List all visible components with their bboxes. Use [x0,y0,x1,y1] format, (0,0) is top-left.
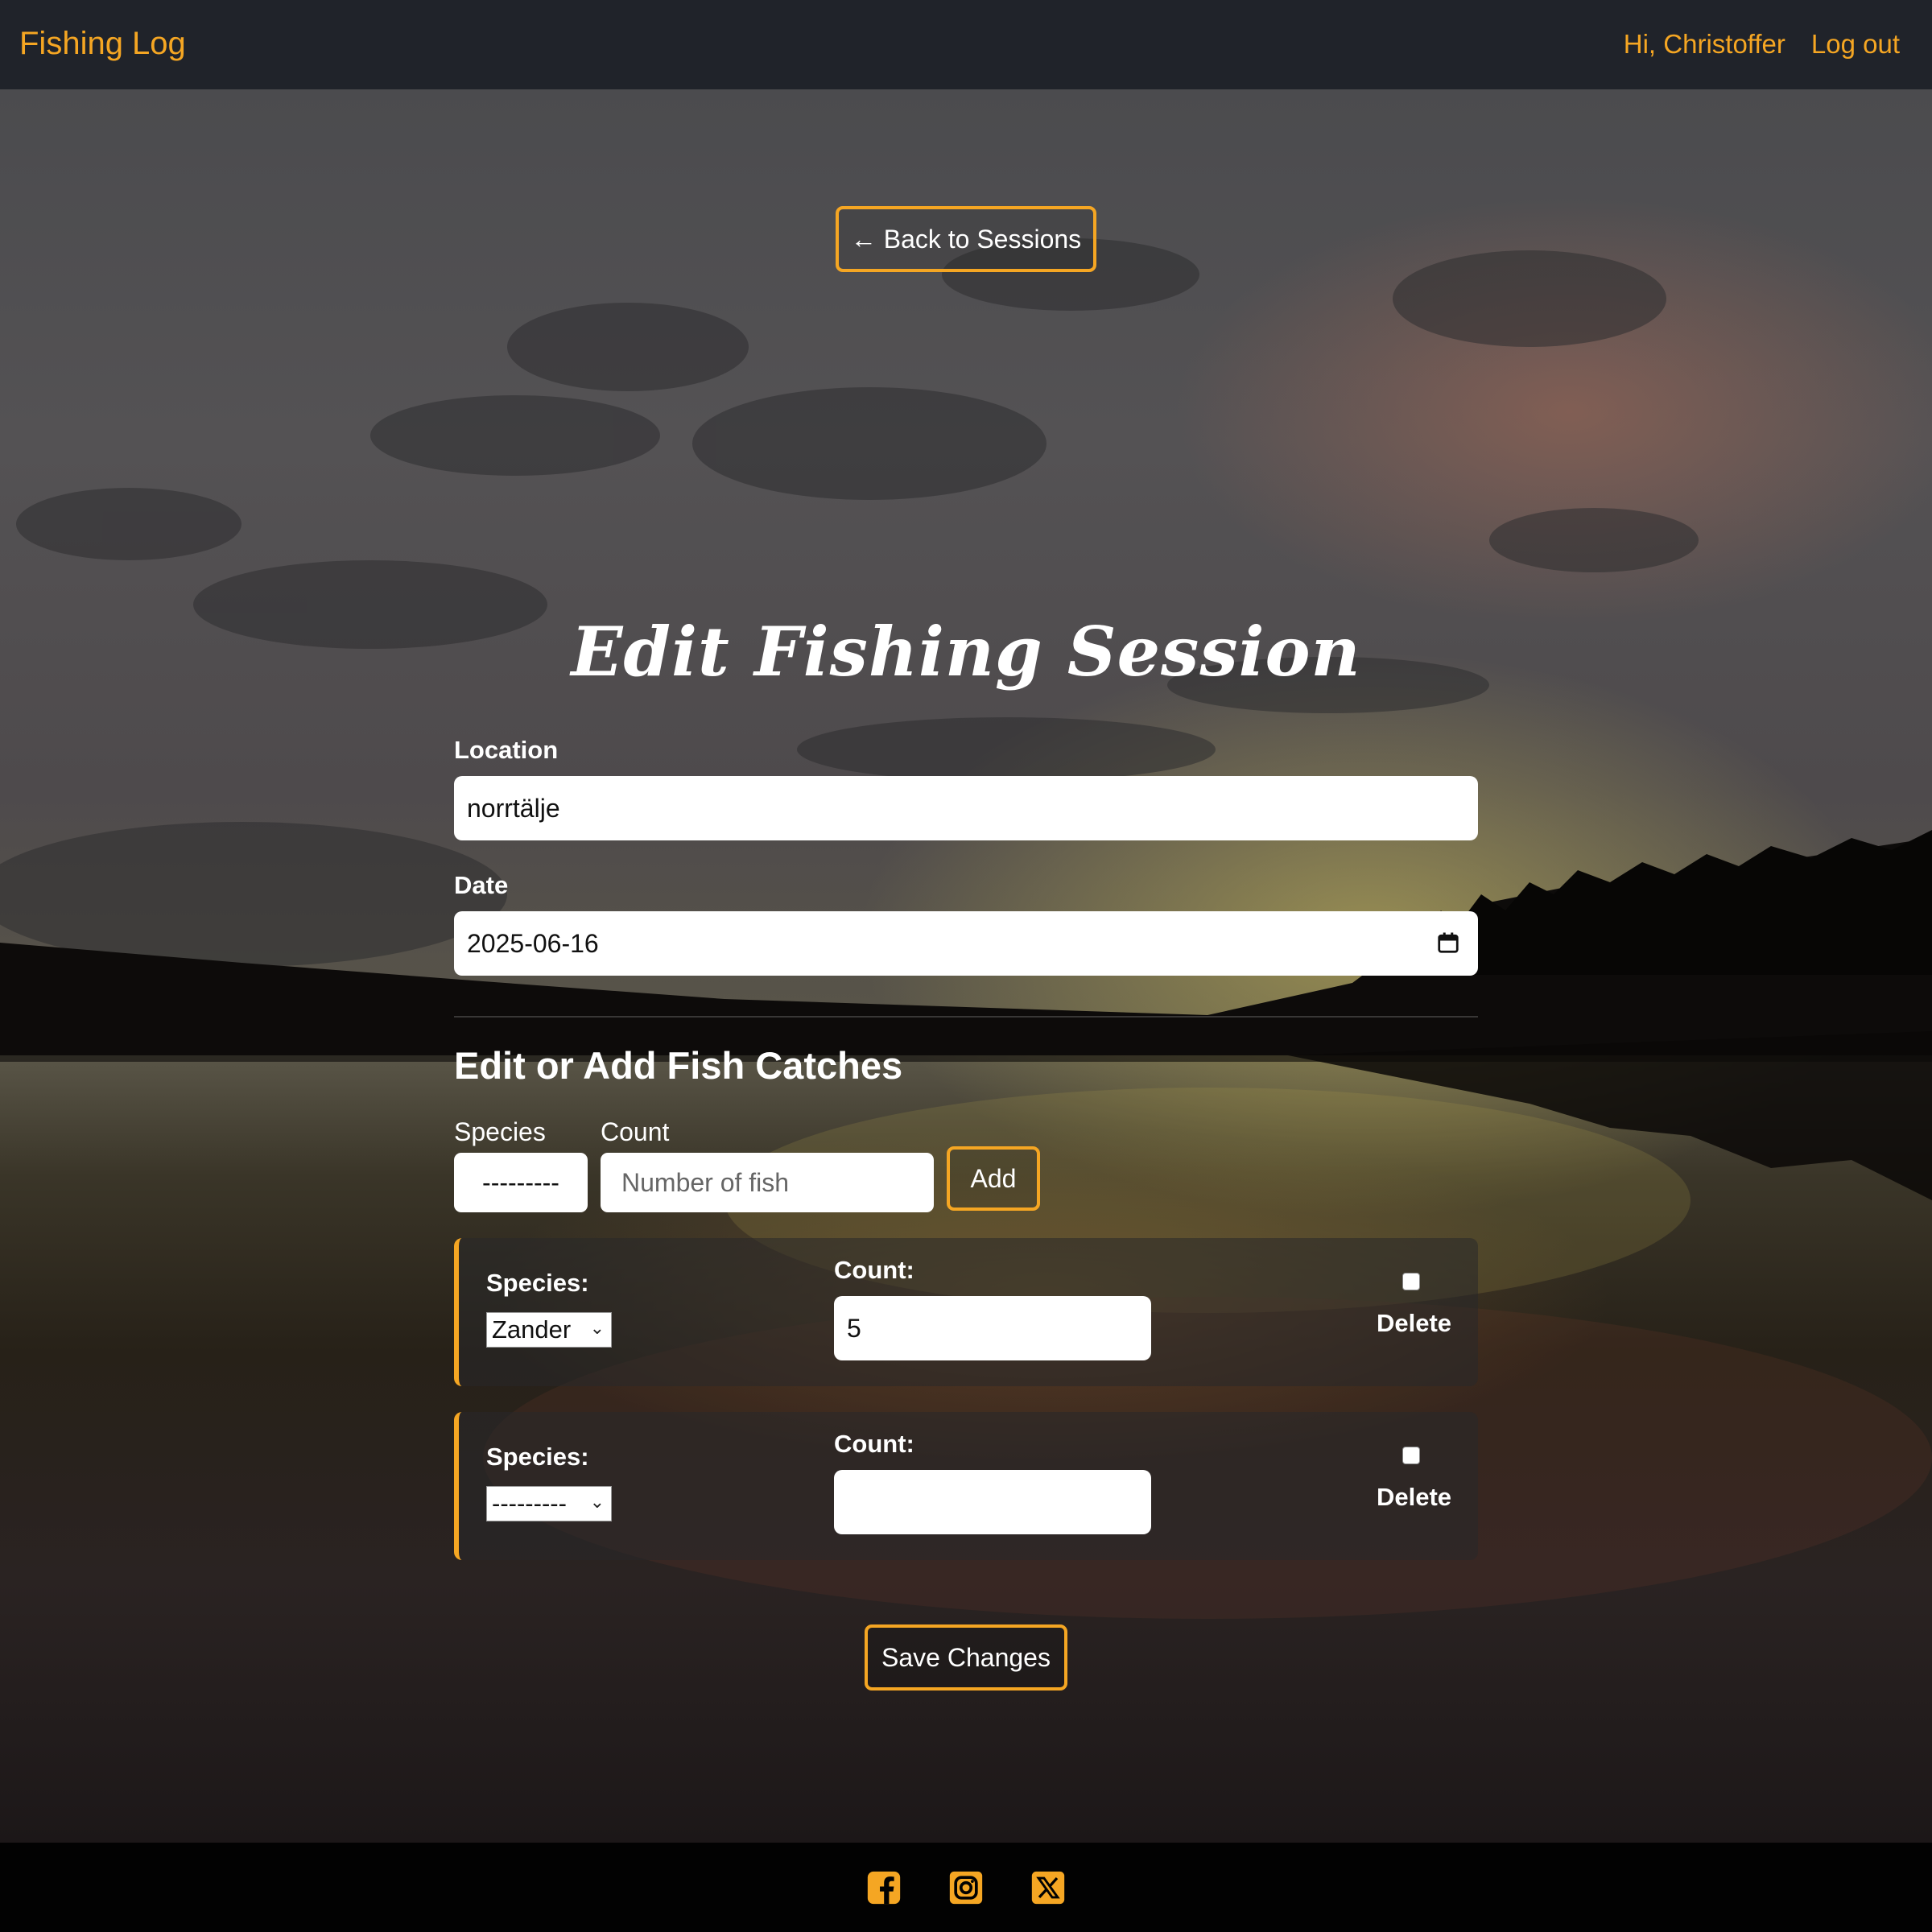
new-count-input[interactable]: Number of fish [601,1153,934,1212]
delete-checkbox[interactable] [1402,1447,1420,1464]
new-species-label: Species [454,1117,546,1146]
chevron-down-icon: ⌄ [589,1318,605,1338]
footer [0,1843,1932,1932]
catch-count-input[interactable]: 5 [834,1296,1151,1360]
location-input-value: norrtälje [467,793,560,823]
nav-user-links: Hi, Christoffer Log out [1624,29,1900,60]
location-label: Location [454,736,559,764]
date-input-value: 2025-06-16 [467,928,599,958]
back-to-sessions-button[interactable]: ← Back to Sessions [836,206,1096,272]
catch-species-select[interactable]: Zander ⌄ [486,1312,612,1348]
new-species-select[interactable]: --------- [454,1153,588,1212]
delete-checkbox[interactable] [1402,1273,1420,1290]
catch-card: Species: Zander ⌄ Count: 5 Delete [454,1238,1478,1386]
page-title: Edit Fishing Session [571,612,1361,691]
catch-count-input[interactable] [834,1470,1151,1534]
calendar-icon[interactable] [1436,931,1460,955]
location-input[interactable]: norrtälje [454,776,1478,840]
catch-count-value: 5 [847,1313,861,1343]
catch-species-value: Zander [492,1315,572,1344]
catch-species-value: --------- [492,1489,567,1517]
top-navbar: Fishing Log Hi, Christoffer Log out [0,0,1932,89]
new-species-select-value: --------- [482,1167,559,1197]
add-catch-button[interactable]: Add [947,1146,1040,1211]
logout-link[interactable]: Log out [1811,29,1900,60]
catch-count-label: Count: [834,1256,914,1284]
x-twitter-icon[interactable] [1030,1870,1066,1905]
catch-species-label: Species: [486,1443,589,1471]
catch-card: Species: --------- ⌄ Count: Delete [454,1412,1478,1560]
chevron-down-icon: ⌄ [589,1492,605,1512]
user-greeting-link[interactable]: Hi, Christoffer [1624,29,1785,60]
catches-section-title: Edit or Add Fish Catches [454,1044,903,1087]
delete-label: Delete [1377,1309,1452,1337]
save-changes-button[interactable]: Save Changes [865,1624,1067,1690]
catch-species-label: Species: [486,1269,589,1297]
date-input[interactable]: 2025-06-16 [454,911,1478,976]
facebook-icon[interactable] [866,1870,902,1905]
delete-label: Delete [1377,1483,1452,1511]
instagram-icon[interactable] [948,1870,984,1905]
section-divider [454,1016,1478,1018]
new-count-placeholder: Number of fish [621,1167,790,1197]
catch-count-label: Count: [834,1430,914,1458]
catch-species-select[interactable]: --------- ⌄ [486,1486,612,1521]
new-count-label: Count [601,1117,670,1146]
brand-link[interactable]: Fishing Log [19,26,186,62]
date-label: Date [454,871,509,899]
